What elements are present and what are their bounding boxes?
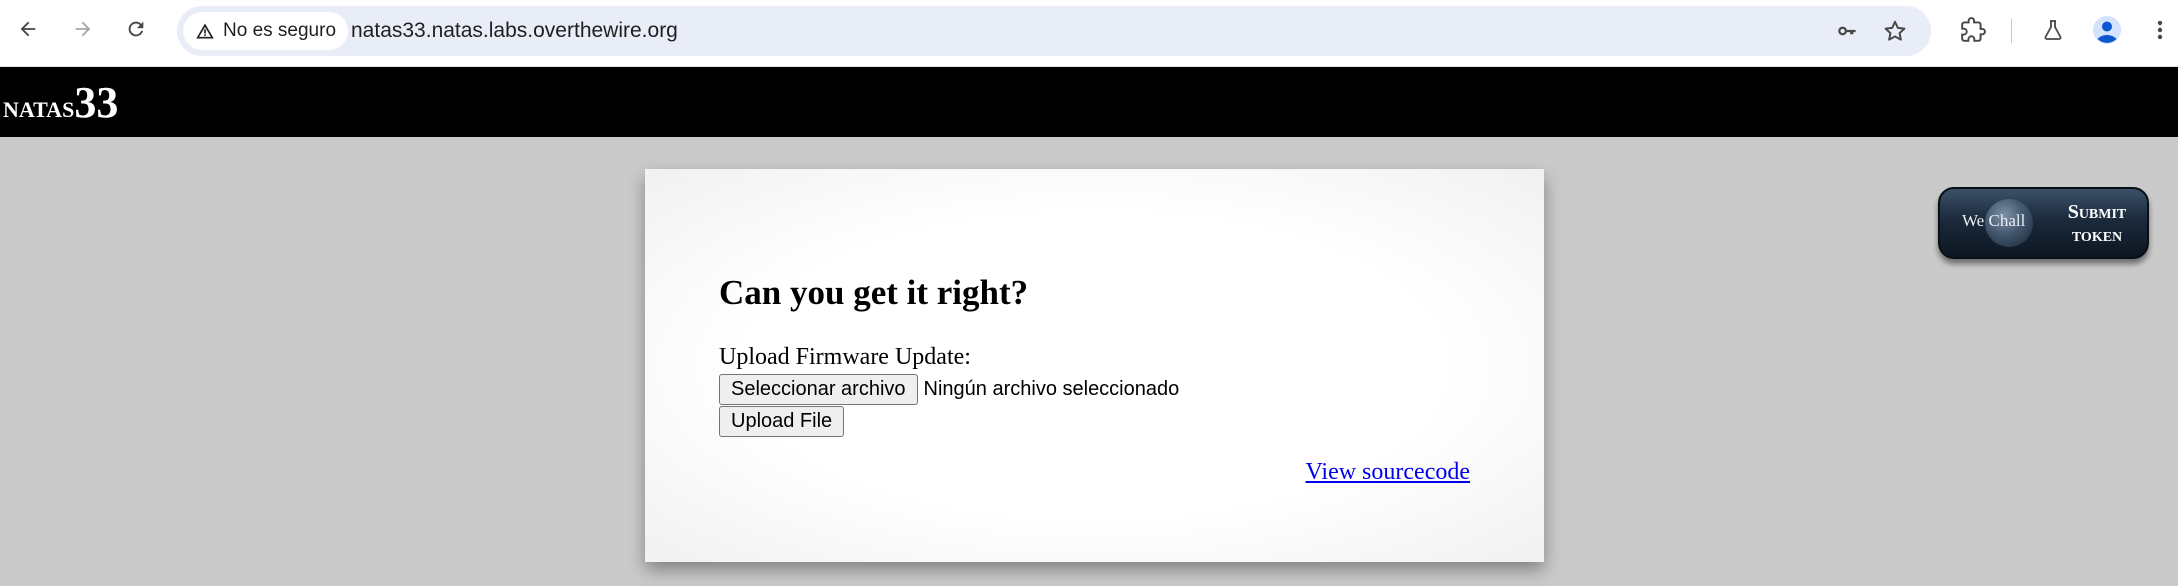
labs-button[interactable] — [2036, 13, 2070, 47]
browser-toolbar: No es seguro natas33.natas.labs.overthew… — [0, 0, 2178, 67]
page-viewport: natas33 Can you get it right? Upload Fir… — [0, 67, 2178, 586]
forward-arrow-icon — [75, 21, 91, 37]
file-input: Seleccionar archivo Ningún archivo selec… — [719, 374, 1179, 405]
submit-token-label: Submit token — [2052, 201, 2142, 247]
submit-line-2: token — [2071, 224, 2123, 246]
address-bar[interactable]: No es seguro natas33.natas.labs.overthew… — [177, 6, 1931, 56]
reload-icon — [128, 21, 144, 37]
logo-name: natas — [3, 89, 75, 124]
more-menu-icon — [2157, 20, 2163, 40]
logo-number: 33 — [74, 78, 119, 127]
toolbar-separator — [2011, 19, 2012, 43]
back-button[interactable] — [8, 9, 48, 49]
security-label: No es seguro — [223, 20, 337, 41]
choose-file-button[interactable]: Seleccionar archivo — [719, 374, 918, 405]
extensions-icon — [1961, 17, 1986, 42]
profile-avatar-icon — [2093, 16, 2121, 44]
site-logo: natas33 — [3, 77, 118, 128]
file-status: Ningún archivo seleccionado — [923, 378, 1180, 400]
password-key-button[interactable] — [1831, 14, 1865, 48]
key-icon — [1838, 26, 1856, 36]
more-menu-button[interactable] — [2143, 13, 2177, 47]
warning-icon — [196, 23, 214, 39]
upload-label: Upload Firmware Update: — [719, 344, 971, 370]
security-indicator[interactable]: No es seguro — [183, 12, 349, 50]
back-arrow-icon — [20, 21, 36, 37]
forward-button[interactable] — [63, 9, 103, 49]
page-title: Can you get it right? — [719, 273, 1029, 312]
wechall-brand: We Chall — [1962, 211, 2026, 230]
extensions-button[interactable] — [1956, 13, 1990, 47]
wechall-submit-token-button[interactable]: We Chall Submit token — [1938, 187, 2149, 259]
site-header: natas33 — [0, 67, 2178, 137]
content-panel: Can you get it right? Upload Firmware Up… — [645, 169, 1544, 562]
view-sourcecode-link[interactable]: View sourcecode — [1306, 459, 1470, 486]
reload-button[interactable] — [116, 9, 156, 49]
upload-file-button[interactable]: Upload File — [719, 406, 845, 437]
star-icon — [1884, 20, 1906, 41]
labs-flask-icon — [2044, 20, 2062, 40]
profile-button[interactable] — [2090, 13, 2124, 47]
url-text[interactable]: natas33.natas.labs.overthewire.org — [351, 6, 678, 56]
submit-line-1: Submit — [2067, 201, 2127, 223]
bookmark-button[interactable] — [1878, 14, 1912, 48]
